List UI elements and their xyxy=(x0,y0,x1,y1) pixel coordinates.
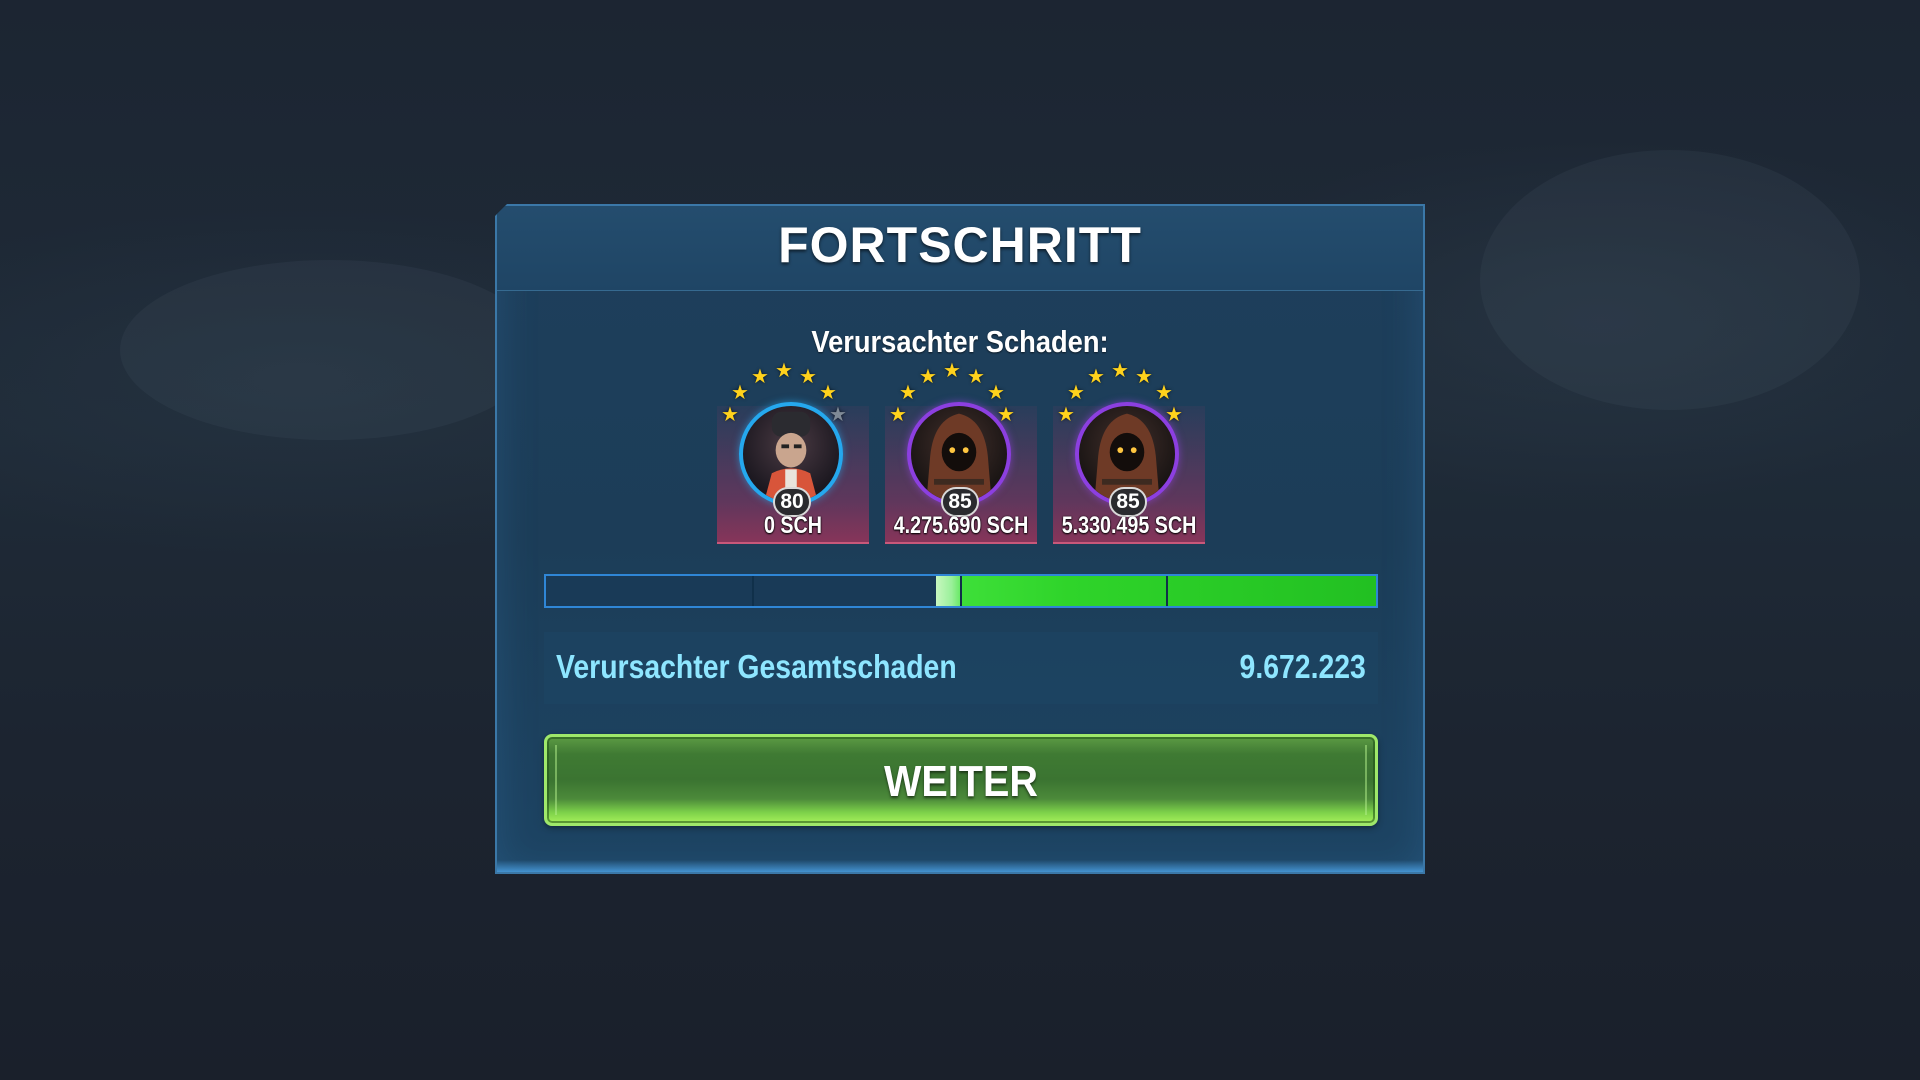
star-icon: ★ xyxy=(1057,402,1075,426)
star-icon: ★ xyxy=(919,364,937,388)
star-icon: ★ xyxy=(899,380,917,404)
unit-damage-label: 0 SCH xyxy=(764,512,822,539)
total-damage-label: Verursachter Gesamtschaden xyxy=(556,648,957,685)
star-icon: ★ xyxy=(1155,380,1173,404)
unit-damage-label: 4.275.690 SCH xyxy=(893,512,1029,539)
continue-button-label: WEITER xyxy=(883,757,1038,806)
progress-dialog: FORTSCHRITT Verursachter Schaden: ★ ★ ★ xyxy=(495,204,1425,874)
star-icon: ★ xyxy=(731,380,749,404)
unit-list: ★ ★ ★ ★ ★ ★ ★ 80 0 SCH ★ ★ ★ ★ ★ ★ ★ 85 … xyxy=(717,360,1207,544)
background-rock-left xyxy=(120,260,540,440)
star-icon: ★ xyxy=(819,380,837,404)
unit-damage-label: 5.330.495 SCH xyxy=(1061,512,1197,539)
progress-bar-fill-edge xyxy=(936,576,963,606)
star-icon: ★ xyxy=(1087,364,1105,388)
damage-progress-bar xyxy=(544,574,1378,608)
star-icon: ★ xyxy=(889,402,907,426)
star-icon: ★ xyxy=(1067,380,1085,404)
star-icon: ★ xyxy=(967,364,985,388)
star-icon: ★ xyxy=(829,402,847,426)
dialog-title-bar: FORTSCHRITT xyxy=(497,206,1423,291)
star-icon: ★ xyxy=(1165,402,1183,426)
star-icon: ★ xyxy=(1135,364,1153,388)
unit-card-2: ★ ★ ★ ★ ★ ★ ★ 85 4.275.690 SCH xyxy=(885,360,1037,544)
star-icon: ★ xyxy=(987,380,1005,404)
star-icon: ★ xyxy=(1111,358,1129,382)
total-damage-row: Verursachter Gesamtschaden 9.672.223 xyxy=(544,632,1378,704)
total-damage-value: 9.672.223 xyxy=(1239,648,1366,685)
progress-segment-divider xyxy=(1166,576,1168,606)
star-icon: ★ xyxy=(751,364,769,388)
damage-subtitle: Verursachter Schaden: xyxy=(811,324,1109,359)
dialog-title: FORTSCHRITT xyxy=(778,217,1142,273)
star-icon: ★ xyxy=(721,402,739,426)
star-icon: ★ xyxy=(775,358,793,382)
progress-segment-divider xyxy=(752,576,754,606)
background-rock-right xyxy=(1480,150,1860,410)
star-icon: ★ xyxy=(799,364,817,388)
dialog-bottom-glow xyxy=(497,860,1423,872)
continue-button[interactable]: WEITER xyxy=(544,734,1378,826)
progress-segment-divider xyxy=(960,576,962,606)
star-icon: ★ xyxy=(997,402,1015,426)
unit-card-3: ★ ★ ★ ★ ★ ★ ★ 85 5.330.495 SCH xyxy=(1053,360,1205,544)
progress-bar-fill xyxy=(936,576,1376,606)
unit-card-1: ★ ★ ★ ★ ★ ★ ★ 80 0 SCH xyxy=(717,360,869,544)
star-icon: ★ xyxy=(943,358,961,382)
